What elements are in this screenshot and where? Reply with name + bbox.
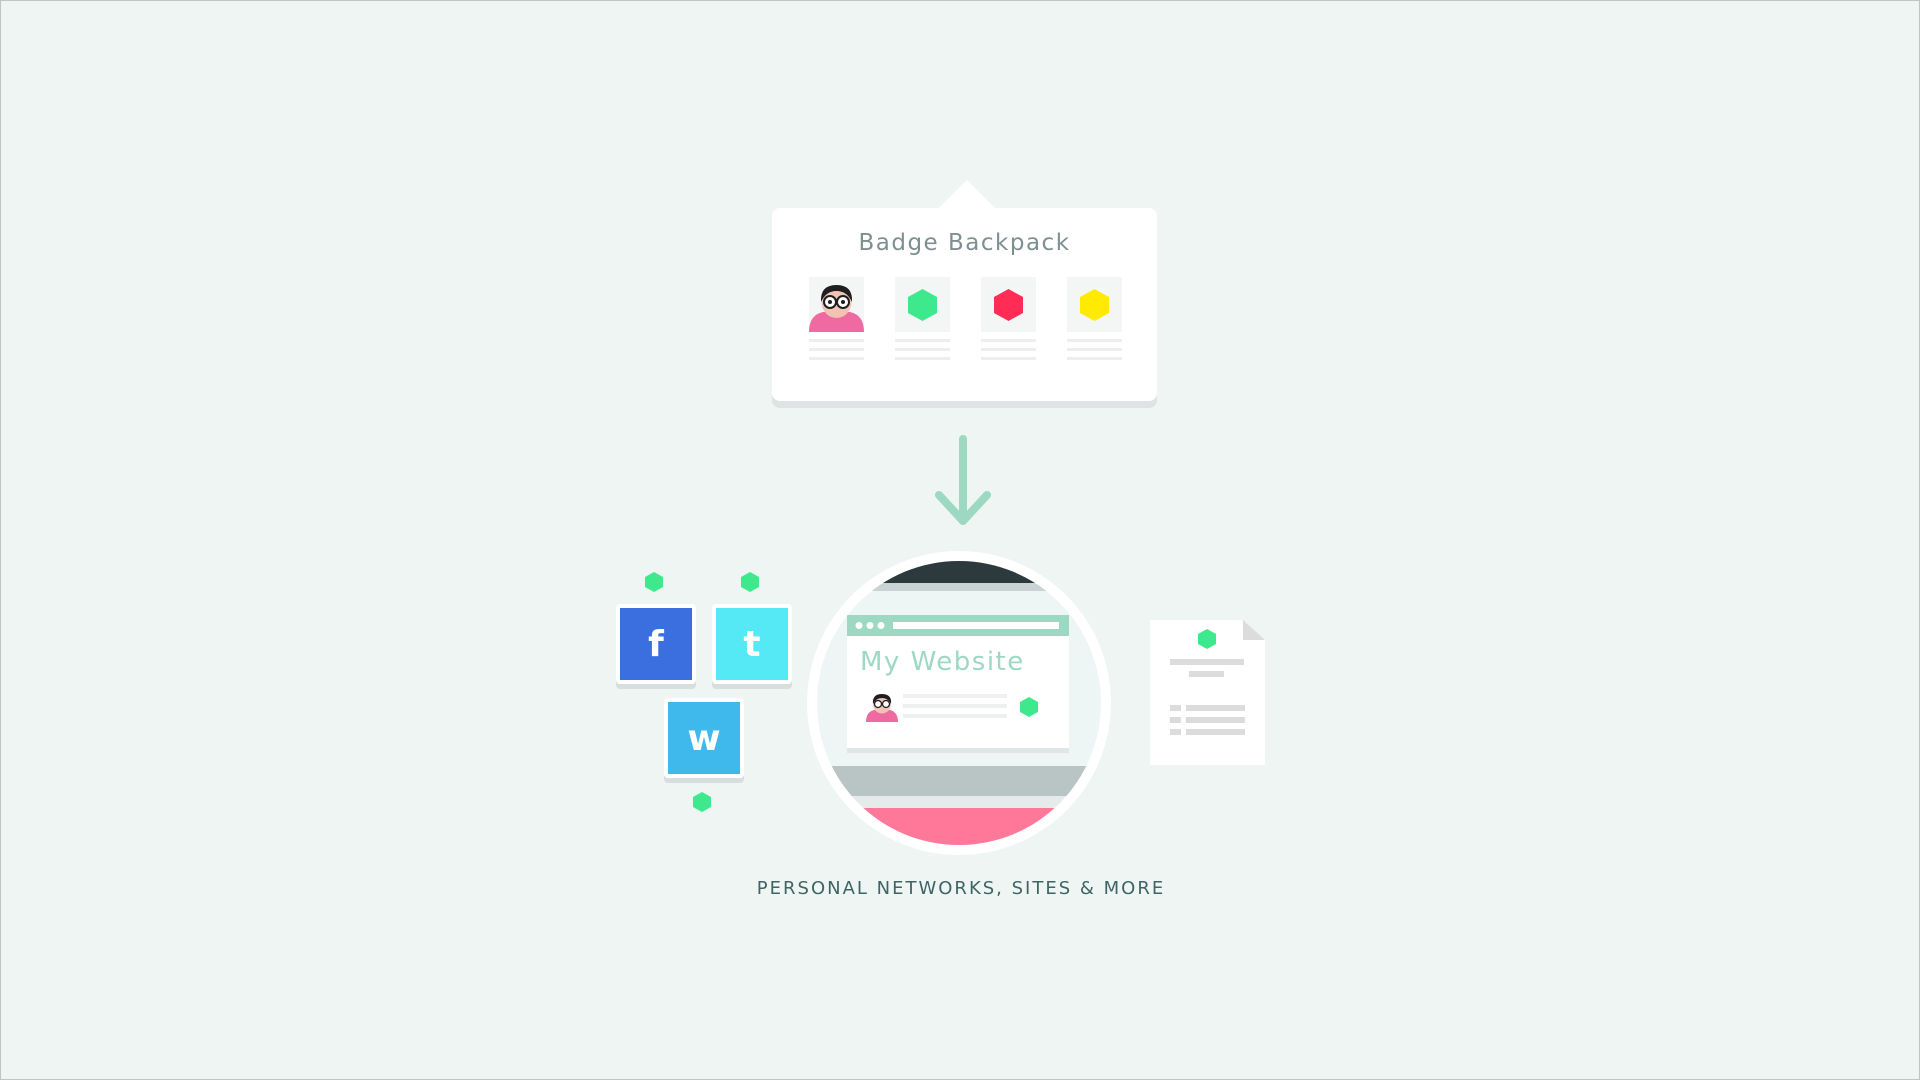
- facebook-icon: f: [616, 604, 696, 684]
- document-icon: [1150, 620, 1265, 765]
- diagram-canvas: Badge Backpack f t w My Website PERSONAL…: [0, 0, 1920, 1080]
- avatar-icon: [809, 285, 864, 332]
- badge-backpack-card: Badge Backpack: [772, 208, 1157, 401]
- website-title: My Website: [860, 647, 1025, 677]
- red-hexagon-icon: [994, 289, 1023, 321]
- facebook-badge-hexagon-icon: [645, 572, 663, 592]
- tumblr-icon: t: [712, 604, 792, 684]
- caption: PERSONAL NETWORKS, SITES & MORE: [756, 878, 1166, 899]
- wordpress-icon: w: [664, 698, 744, 778]
- green-hexagon-icon: [908, 289, 937, 321]
- yellow-badge-tile: [1067, 277, 1122, 332]
- down-arrow-icon: [935, 435, 991, 525]
- yellow-badge-lines: [1067, 339, 1122, 366]
- wordpress-badge-hexagon-icon: [693, 792, 711, 812]
- avatar-badge-lines: [809, 339, 864, 366]
- yellow-hexagon-icon: [1080, 289, 1109, 321]
- green-badge-tile: [895, 277, 950, 332]
- red-badge-lines: [981, 339, 1036, 366]
- red-badge-tile: [981, 277, 1036, 332]
- backpack-title: Badge Backpack: [858, 230, 1071, 256]
- website-magnifier: [807, 551, 1111, 855]
- avatar-badge-tile: [809, 277, 864, 332]
- backpack-pointer: [937, 180, 997, 210]
- green-badge-lines: [895, 339, 950, 366]
- tumblr-badge-hexagon-icon: [741, 572, 759, 592]
